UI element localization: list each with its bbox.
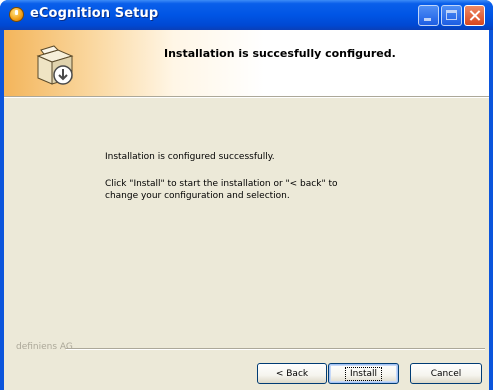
footer-divider-highlight [66, 349, 485, 350]
window-title: eCognition Setup [30, 6, 159, 21]
header-divider-highlight [4, 97, 489, 98]
back-button[interactable]: < Back [257, 363, 327, 384]
header-title: Installation is succesfully configured. [164, 47, 396, 60]
setup-window: eCognition Setup Installation is succesf… [0, 0, 493, 390]
install-box-icon [36, 45, 74, 85]
install-button[interactable]: Install [328, 363, 399, 384]
cancel-button-label: Cancel [430, 368, 462, 379]
brand-label: definiens AG [16, 342, 73, 352]
dialog-header: Installation is succesfully configured. [4, 30, 489, 96]
instruction-message: Click "Install" to start the installatio… [105, 179, 338, 201]
minimize-button[interactable] [418, 5, 439, 26]
title-bar[interactable]: eCognition Setup [0, 0, 493, 30]
close-button[interactable] [464, 5, 485, 26]
status-message: Installation is configured successfully. [105, 152, 275, 162]
maximize-button[interactable] [441, 5, 462, 26]
dialog-client: Installation is succesfully configured. … [4, 30, 489, 390]
app-icon[interactable] [9, 7, 24, 22]
install-button-label: Install [344, 366, 383, 381]
back-button-label: < Back [275, 368, 309, 379]
cancel-button[interactable]: Cancel [410, 363, 482, 384]
